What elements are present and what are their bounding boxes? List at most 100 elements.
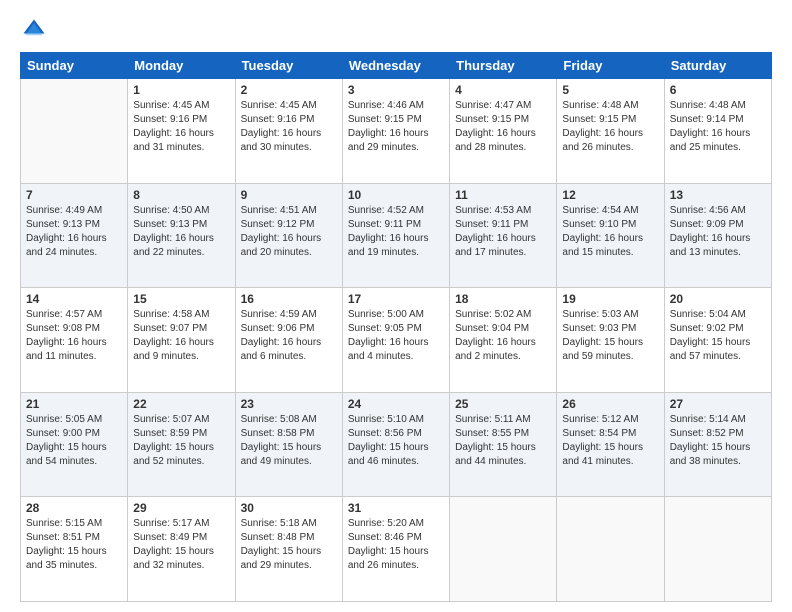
day-cell: 13 Sunrise: 4:56 AM Sunset: 9:09 PM Dayli… xyxy=(664,183,771,288)
day-cell: 4 Sunrise: 4:47 AM Sunset: 9:15 PM Daylig… xyxy=(450,79,557,184)
day-info: Sunrise: 5:07 AM Sunset: 8:59 PM Dayligh… xyxy=(133,413,229,469)
week-row-5: 28 Sunrise: 5:15 AM Sunset: 8:51 PM Dayli… xyxy=(21,497,772,602)
day-number: 16 xyxy=(241,292,337,306)
day-info: Sunrise: 4:58 AM Sunset: 9:07 PM Dayligh… xyxy=(133,308,229,364)
day-info: Sunrise: 5:14 AM Sunset: 8:52 PM Dayligh… xyxy=(670,413,766,469)
day-number: 20 xyxy=(670,292,766,306)
day-number: 2 xyxy=(241,83,337,97)
day-number: 21 xyxy=(26,397,122,411)
day-cell: 24 Sunrise: 5:10 AM Sunset: 8:56 PM Dayli… xyxy=(342,392,449,497)
day-cell: 12 Sunrise: 4:54 AM Sunset: 9:10 PM Dayli… xyxy=(557,183,664,288)
day-number: 23 xyxy=(241,397,337,411)
day-info: Sunrise: 5:08 AM Sunset: 8:58 PM Dayligh… xyxy=(241,413,337,469)
day-number: 25 xyxy=(455,397,551,411)
day-number: 5 xyxy=(562,83,658,97)
day-info: Sunrise: 4:45 AM Sunset: 9:16 PM Dayligh… xyxy=(133,99,229,155)
day-number: 11 xyxy=(455,188,551,202)
calendar-table: SundayMondayTuesdayWednesdayThursdayFrid… xyxy=(20,52,772,602)
day-info: Sunrise: 4:47 AM Sunset: 9:15 PM Dayligh… xyxy=(455,99,551,155)
day-number: 8 xyxy=(133,188,229,202)
day-cell: 16 Sunrise: 4:59 AM Sunset: 9:06 PM Dayli… xyxy=(235,288,342,393)
day-number: 29 xyxy=(133,501,229,515)
day-cell: 21 Sunrise: 5:05 AM Sunset: 9:00 PM Dayli… xyxy=(21,392,128,497)
day-info: Sunrise: 5:05 AM Sunset: 9:00 PM Dayligh… xyxy=(26,413,122,469)
day-cell: 11 Sunrise: 4:53 AM Sunset: 9:11 PM Dayli… xyxy=(450,183,557,288)
day-number: 22 xyxy=(133,397,229,411)
day-cell xyxy=(21,79,128,184)
day-cell: 26 Sunrise: 5:12 AM Sunset: 8:54 PM Dayli… xyxy=(557,392,664,497)
day-cell xyxy=(664,497,771,602)
day-cell: 19 Sunrise: 5:03 AM Sunset: 9:03 PM Dayli… xyxy=(557,288,664,393)
week-row-1: 1 Sunrise: 4:45 AM Sunset: 9:16 PM Daylig… xyxy=(21,79,772,184)
day-cell: 28 Sunrise: 5:15 AM Sunset: 8:51 PM Dayli… xyxy=(21,497,128,602)
day-info: Sunrise: 4:59 AM Sunset: 9:06 PM Dayligh… xyxy=(241,308,337,364)
day-info: Sunrise: 5:15 AM Sunset: 8:51 PM Dayligh… xyxy=(26,517,122,573)
day-number: 12 xyxy=(562,188,658,202)
day-number: 13 xyxy=(670,188,766,202)
day-cell: 8Sunrise: 4:50 AM Sunset: 9:13 PM Daylig… xyxy=(128,183,235,288)
week-row-3: 14 Sunrise: 4:57 AM Sunset: 9:08 PM Dayli… xyxy=(21,288,772,393)
day-cell: 15Sunrise: 4:58 AM Sunset: 9:07 PM Dayli… xyxy=(128,288,235,393)
day-number: 10 xyxy=(348,188,444,202)
day-header-thursday: Thursday xyxy=(450,53,557,79)
day-number: 18 xyxy=(455,292,551,306)
day-cell: 27Sunrise: 5:14 AM Sunset: 8:52 PM Dayli… xyxy=(664,392,771,497)
day-number: 14 xyxy=(26,292,122,306)
header xyxy=(20,16,772,44)
day-info: Sunrise: 4:48 AM Sunset: 9:14 PM Dayligh… xyxy=(670,99,766,155)
calendar-page: SundayMondayTuesdayWednesdayThursdayFrid… xyxy=(0,0,792,612)
day-info: Sunrise: 5:20 AM Sunset: 8:46 PM Dayligh… xyxy=(348,517,444,573)
day-info: Sunrise: 4:49 AM Sunset: 9:13 PM Dayligh… xyxy=(26,204,122,260)
day-cell: 6 Sunrise: 4:48 AM Sunset: 9:14 PM Daylig… xyxy=(664,79,771,184)
day-info: Sunrise: 5:04 AM Sunset: 9:02 PM Dayligh… xyxy=(670,308,766,364)
day-number: 26 xyxy=(562,397,658,411)
day-info: Sunrise: 5:18 AM Sunset: 8:48 PM Dayligh… xyxy=(241,517,337,573)
day-info: Sunrise: 4:53 AM Sunset: 9:11 PM Dayligh… xyxy=(455,204,551,260)
day-number: 28 xyxy=(26,501,122,515)
week-row-2: 7Sunrise: 4:49 AM Sunset: 9:13 PM Daylig… xyxy=(21,183,772,288)
day-info: Sunrise: 4:57 AM Sunset: 9:08 PM Dayligh… xyxy=(26,308,122,364)
day-cell xyxy=(450,497,557,602)
day-cell: 10 Sunrise: 4:52 AM Sunset: 9:11 PM Dayli… xyxy=(342,183,449,288)
day-info: Sunrise: 5:10 AM Sunset: 8:56 PM Dayligh… xyxy=(348,413,444,469)
day-cell: 1 Sunrise: 4:45 AM Sunset: 9:16 PM Daylig… xyxy=(128,79,235,184)
day-cell: 18 Sunrise: 5:02 AM Sunset: 9:04 PM Dayli… xyxy=(450,288,557,393)
day-cell: 31Sunrise: 5:20 AM Sunset: 8:46 PM Dayli… xyxy=(342,497,449,602)
day-number: 24 xyxy=(348,397,444,411)
day-header-friday: Friday xyxy=(557,53,664,79)
day-header-sunday: Sunday xyxy=(21,53,128,79)
day-info: Sunrise: 4:54 AM Sunset: 9:10 PM Dayligh… xyxy=(562,204,658,260)
day-cell: 23 Sunrise: 5:08 AM Sunset: 8:58 PM Dayli… xyxy=(235,392,342,497)
day-cell: 3Sunrise: 4:46 AM Sunset: 9:15 PM Daylig… xyxy=(342,79,449,184)
day-cell: 22 Sunrise: 5:07 AM Sunset: 8:59 PM Dayli… xyxy=(128,392,235,497)
day-cell: 14 Sunrise: 4:57 AM Sunset: 9:08 PM Dayli… xyxy=(21,288,128,393)
day-info: Sunrise: 4:52 AM Sunset: 9:11 PM Dayligh… xyxy=(348,204,444,260)
day-header-tuesday: Tuesday xyxy=(235,53,342,79)
day-cell: 5Sunrise: 4:48 AM Sunset: 9:15 PM Daylig… xyxy=(557,79,664,184)
day-cell: 30 Sunrise: 5:18 AM Sunset: 8:48 PM Dayli… xyxy=(235,497,342,602)
day-info: Sunrise: 4:45 AM Sunset: 9:16 PM Dayligh… xyxy=(241,99,337,155)
day-cell: 17Sunrise: 5:00 AM Sunset: 9:05 PM Dayli… xyxy=(342,288,449,393)
day-header-wednesday: Wednesday xyxy=(342,53,449,79)
logo xyxy=(20,16,52,44)
header-row: SundayMondayTuesdayWednesdayThursdayFrid… xyxy=(21,53,772,79)
day-info: Sunrise: 4:56 AM Sunset: 9:09 PM Dayligh… xyxy=(670,204,766,260)
day-number: 30 xyxy=(241,501,337,515)
day-header-monday: Monday xyxy=(128,53,235,79)
week-row-4: 21 Sunrise: 5:05 AM Sunset: 9:00 PM Dayli… xyxy=(21,392,772,497)
day-info: Sunrise: 5:03 AM Sunset: 9:03 PM Dayligh… xyxy=(562,308,658,364)
day-info: Sunrise: 5:11 AM Sunset: 8:55 PM Dayligh… xyxy=(455,413,551,469)
day-number: 19 xyxy=(562,292,658,306)
day-number: 3 xyxy=(348,83,444,97)
day-number: 4 xyxy=(455,83,551,97)
day-number: 1 xyxy=(133,83,229,97)
day-cell: 20 Sunrise: 5:04 AM Sunset: 9:02 PM Dayli… xyxy=(664,288,771,393)
day-info: Sunrise: 4:51 AM Sunset: 9:12 PM Dayligh… xyxy=(241,204,337,260)
day-info: Sunrise: 5:17 AM Sunset: 8:49 PM Dayligh… xyxy=(133,517,229,573)
day-cell xyxy=(557,497,664,602)
day-cell: 29 Sunrise: 5:17 AM Sunset: 8:49 PM Dayli… xyxy=(128,497,235,602)
day-info: Sunrise: 5:02 AM Sunset: 9:04 PM Dayligh… xyxy=(455,308,551,364)
day-number: 6 xyxy=(670,83,766,97)
day-info: Sunrise: 5:12 AM Sunset: 8:54 PM Dayligh… xyxy=(562,413,658,469)
logo-icon xyxy=(20,16,48,44)
